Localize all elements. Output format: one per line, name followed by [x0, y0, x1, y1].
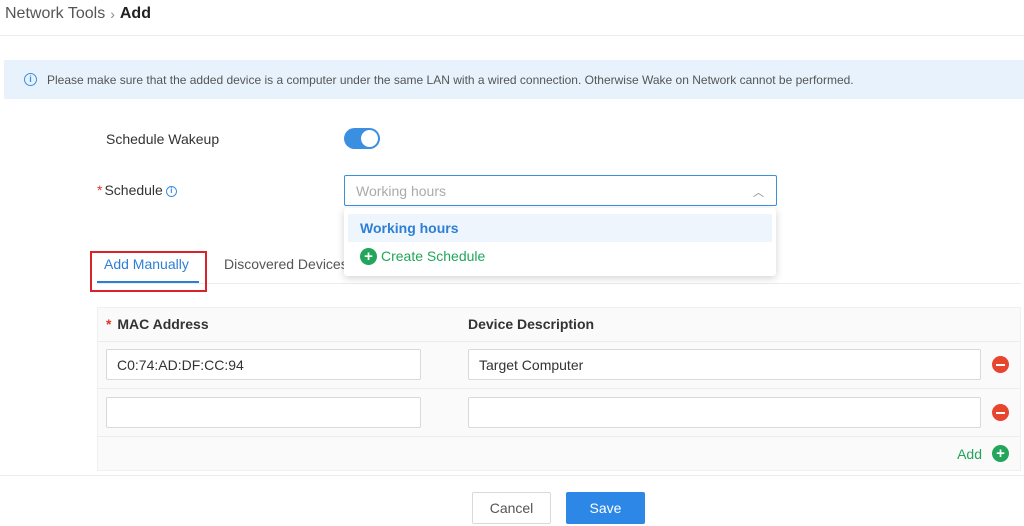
- tabs-divider: [97, 283, 1021, 284]
- schedule-select-placeholder: Working hours: [356, 182, 447, 199]
- page-title: Add: [119, 5, 151, 22]
- save-button[interactable]: Save: [566, 492, 645, 524]
- mac-address-input[interactable]: [106, 397, 421, 428]
- highlight-annotation-box: [90, 251, 207, 292]
- plus-circle-icon: +: [360, 247, 377, 265]
- chevron-up-icon: ︿: [753, 187, 764, 199]
- header-divider: [98, 341, 1020, 342]
- device-description-input[interactable]: [468, 397, 981, 428]
- device-description-input[interactable]: Target Computer: [468, 349, 981, 380]
- plus-circle-icon: +: [992, 445, 1009, 462]
- remove-row-icon[interactable]: [992, 404, 1009, 421]
- cancel-button[interactable]: Cancel: [472, 492, 551, 524]
- header-device-description: Device Description: [468, 316, 595, 332]
- footer-divider: [0, 475, 1024, 476]
- toggle-knob: [361, 130, 378, 147]
- required-mark: *: [97, 182, 103, 198]
- add-row-button[interactable]: Add +: [957, 445, 1009, 462]
- row-divider: [98, 436, 1020, 437]
- schedule-wakeup-label: Schedule Wakeup: [106, 131, 220, 147]
- schedule-wakeup-toggle[interactable]: [344, 128, 380, 149]
- row-divider: [98, 388, 1020, 389]
- info-icon: i: [24, 73, 37, 86]
- create-schedule-option[interactable]: + Create Schedule: [344, 242, 776, 270]
- breadcrumb-network-tools[interactable]: Network Tools: [5, 5, 105, 23]
- schedule-select[interactable]: Working hours ︿: [344, 175, 777, 206]
- schedule-dropdown: Working hours + Create Schedule: [344, 208, 776, 276]
- breadcrumb-chevron-icon: ›: [110, 6, 115, 22]
- tab-discovered-devices[interactable]: Discovered Devices: [224, 256, 348, 272]
- breadcrumb: Network Tools › Add: [5, 4, 151, 24]
- dropdown-option-working-hours[interactable]: Working hours: [348, 214, 772, 242]
- remove-row-icon[interactable]: [992, 356, 1009, 373]
- notice-text: Please make sure that the added device i…: [47, 72, 854, 87]
- mac-address-input[interactable]: C0:74:AD:DF:CC:94: [106, 349, 421, 380]
- info-notice: i Please make sure that the added device…: [4, 60, 1024, 99]
- add-row-label: Add: [957, 445, 982, 462]
- schedule-label: Schedule: [104, 182, 163, 198]
- device-table: * MAC Address Device Description C0:74:A…: [97, 307, 1021, 471]
- required-mark: *: [106, 316, 112, 332]
- header-mac-address: * MAC Address: [106, 316, 209, 332]
- create-schedule-label: Create Schedule: [381, 248, 486, 264]
- schedule-label-group: * Schedule i: [97, 182, 177, 198]
- schedule-info-icon[interactable]: i: [165, 185, 177, 197]
- header-divider: [0, 35, 1024, 36]
